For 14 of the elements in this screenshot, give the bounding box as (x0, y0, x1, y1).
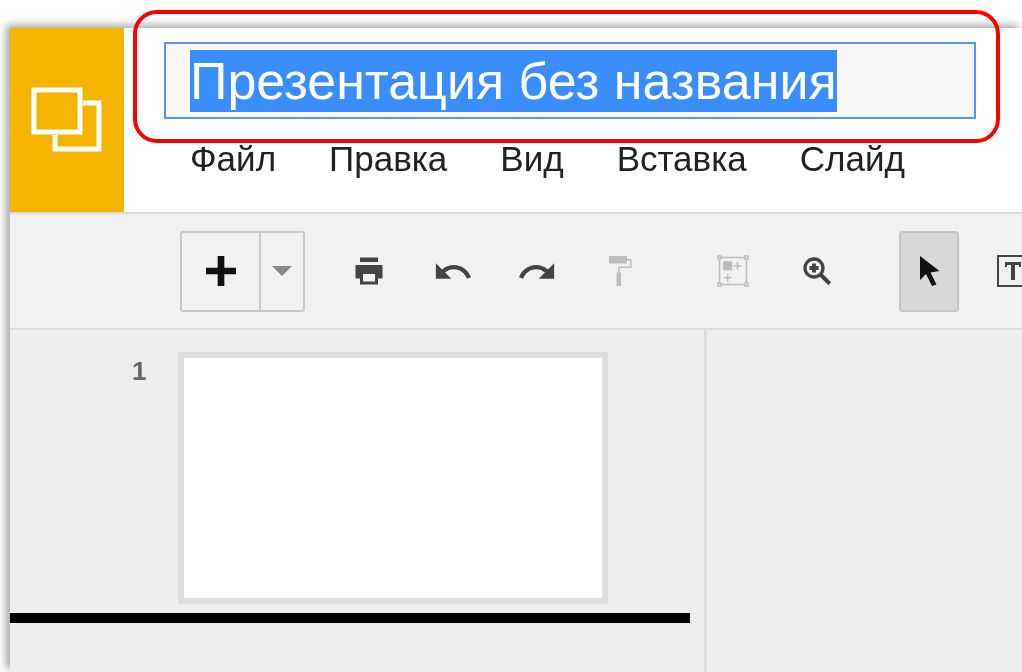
new-slide-button[interactable] (180, 230, 305, 312)
menu-item[interactable]: Файл (190, 139, 277, 179)
slide-number: 1 (132, 356, 148, 388)
menu-item[interactable]: Слайд (799, 139, 905, 179)
title-text: Презентация без названия (190, 49, 837, 112)
redo-icon (519, 261, 555, 281)
undo-icon (435, 261, 471, 281)
slides-logo-icon (31, 87, 103, 153)
slide-thumbnail[interactable] (178, 352, 608, 604)
caret-icon (272, 266, 292, 276)
menu-item[interactable]: Вставка (616, 139, 747, 179)
menu-item[interactable]: Вид (500, 139, 564, 179)
select-button[interactable] (899, 230, 959, 312)
menu-item[interactable]: Правка (329, 139, 448, 179)
